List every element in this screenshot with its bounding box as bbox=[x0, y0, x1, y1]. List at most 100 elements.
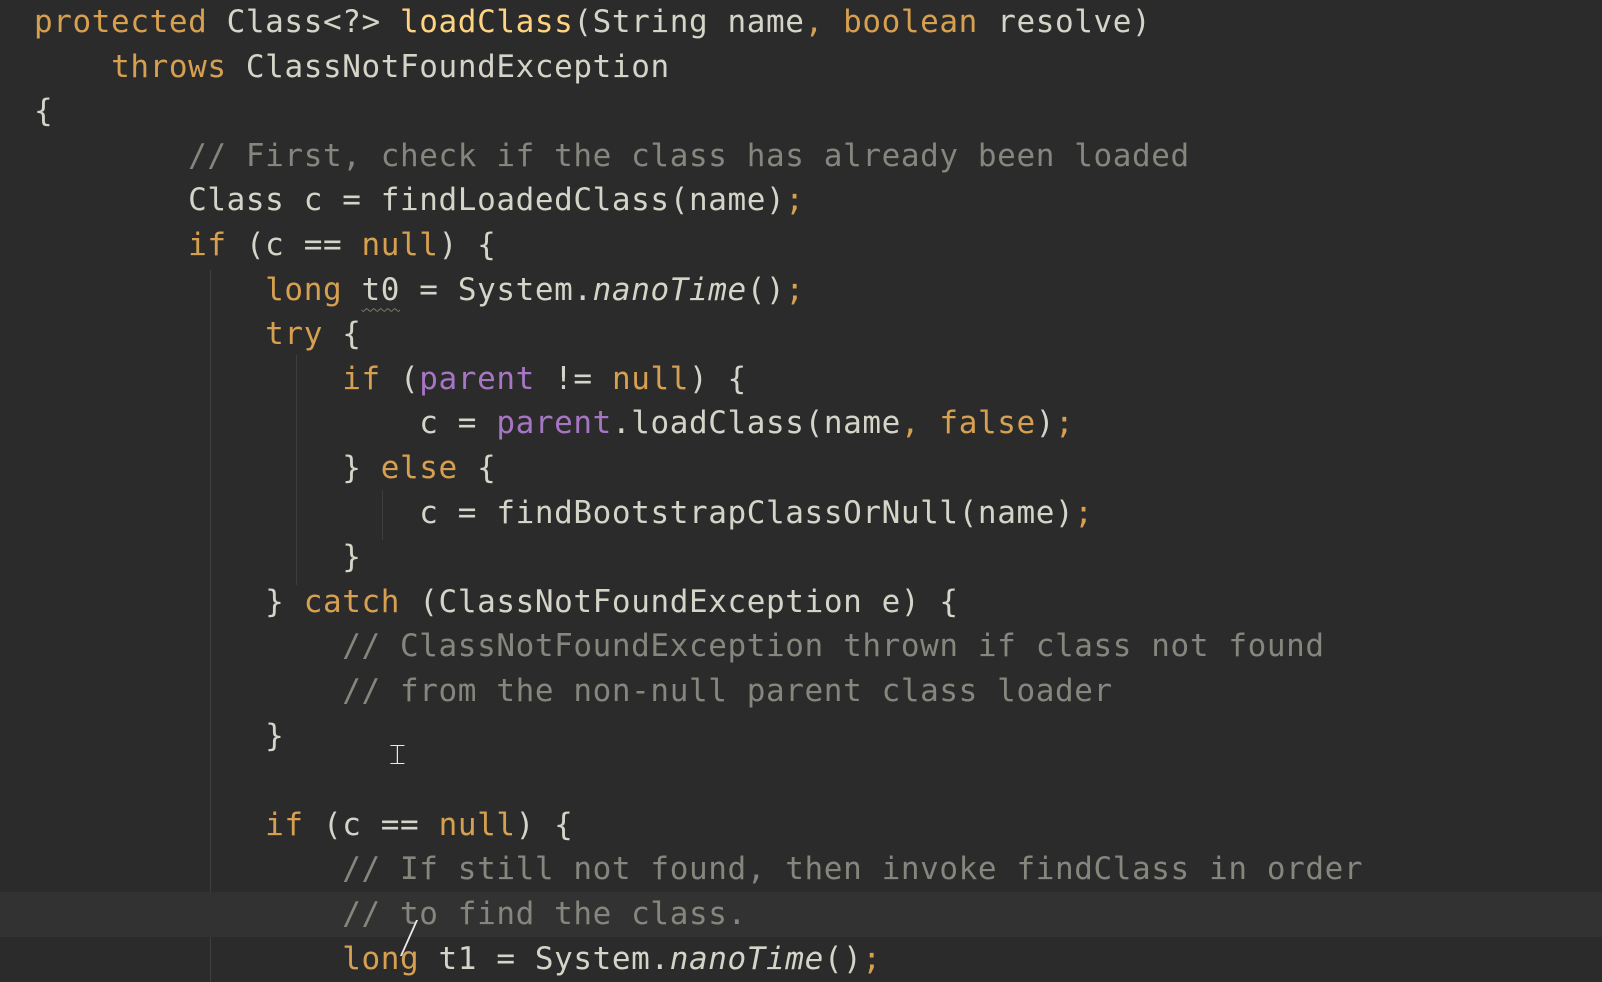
code-token: // to find the class. bbox=[342, 896, 747, 932]
code-token: parent bbox=[496, 405, 612, 442]
code-editor[interactable]: protected Class<?> loadClass(String name… bbox=[0, 0, 1602, 982]
code-line[interactable] bbox=[0, 758, 1602, 803]
code-line[interactable]: // from the non-null parent class loader bbox=[0, 669, 1602, 714]
code-token: else bbox=[380, 450, 458, 486]
code-token: { bbox=[34, 93, 54, 130]
code-token: null bbox=[611, 360, 689, 397]
code-token: () bbox=[746, 271, 786, 308]
code-token: } bbox=[342, 539, 362, 576]
code-token: ; bbox=[785, 182, 805, 219]
code-token: throws bbox=[111, 48, 227, 85]
code-token: ) bbox=[1035, 405, 1056, 442]
code-token: ) { bbox=[438, 227, 497, 263]
code-token: long bbox=[265, 271, 343, 308]
code-line[interactable]: // to find the class. bbox=[0, 892, 1602, 937]
code-token: if bbox=[342, 360, 381, 397]
code-line[interactable]: if (parent != null) { bbox=[0, 357, 1602, 402]
code-token: , false bbox=[900, 405, 1036, 442]
code-line[interactable]: // If still not found, then invoke findC… bbox=[0, 847, 1602, 892]
code-token: Class<?> bbox=[207, 4, 401, 40]
code-token: { bbox=[322, 316, 362, 353]
code-token: // First, check if the class has already… bbox=[188, 137, 1190, 174]
code-line[interactable]: c = parent.loadClass(name, false); bbox=[0, 401, 1602, 446]
code-line[interactable]: // ClassNotFoundException thrown if clas… bbox=[0, 624, 1602, 669]
code-token: catch bbox=[303, 583, 401, 620]
code-line[interactable]: } bbox=[0, 714, 1602, 759]
code-token: (ClassNotFoundException e) { bbox=[400, 583, 959, 620]
code-token: loadClass bbox=[400, 4, 574, 40]
code-token: ClassNotFoundException bbox=[226, 48, 670, 85]
code-token: // ClassNotFoundException thrown if clas… bbox=[342, 628, 1325, 665]
code-token: nanoTime bbox=[669, 940, 824, 977]
code-token: long bbox=[342, 940, 420, 977]
code-token: } bbox=[265, 583, 304, 620]
code-line[interactable]: long t1 = System.nanoTime(); bbox=[0, 937, 1602, 982]
text-cursor-icon: ⌶ bbox=[389, 738, 406, 771]
code-token: } bbox=[342, 450, 381, 486]
code-token: ; bbox=[1074, 494, 1094, 531]
code-token: c = findBootstrapClassOrNull(name) bbox=[419, 494, 1075, 531]
code-token: null bbox=[438, 806, 516, 843]
code-line[interactable]: if (c == null) { bbox=[0, 223, 1602, 268]
code-line[interactable]: // First, check if the class has already… bbox=[0, 134, 1602, 179]
code-token: c = bbox=[419, 405, 497, 442]
code-token: resolve) bbox=[977, 4, 1152, 40]
code-line[interactable]: Class c = findLoadedClass(name); bbox=[0, 178, 1602, 223]
code-line[interactable]: } bbox=[0, 535, 1602, 580]
code-token: Class c = findLoadedClass(name) bbox=[188, 182, 786, 219]
code-token: ; bbox=[785, 271, 805, 308]
code-line[interactable]: protected Class<?> loadClass(String name… bbox=[0, 0, 1602, 45]
code-token: ; bbox=[1055, 405, 1075, 442]
code-token: } bbox=[265, 717, 285, 754]
code-line[interactable]: try { bbox=[0, 312, 1602, 357]
code-token: (c == bbox=[303, 806, 439, 843]
code-token: ( bbox=[380, 360, 420, 397]
code-token: try bbox=[265, 316, 323, 353]
code-token: t0 bbox=[361, 271, 401, 308]
code-token: (String name bbox=[573, 4, 805, 40]
code-line[interactable]: } else { bbox=[0, 446, 1602, 491]
code-token: // from the non-null parent class loader bbox=[342, 673, 1113, 709]
code-token: () bbox=[823, 940, 863, 977]
code-token: .loadClass(name bbox=[611, 405, 901, 442]
code-line[interactable]: c = findBootstrapClassOrNull(name); bbox=[0, 491, 1602, 536]
code-line[interactable]: } catch (ClassNotFoundException e) { bbox=[0, 580, 1602, 625]
code-line[interactable]: throws ClassNotFoundException bbox=[0, 45, 1602, 90]
code-token: // If still not found, then invoke findC… bbox=[342, 851, 1364, 888]
code-token: (c == bbox=[226, 227, 362, 263]
code-token: = System. bbox=[400, 271, 593, 308]
code-token: t1 = System. bbox=[419, 940, 670, 977]
code-token: if bbox=[265, 806, 304, 843]
code-line[interactable]: if (c == null) { bbox=[0, 803, 1602, 848]
code-line[interactable]: { bbox=[0, 89, 1602, 134]
code-token: ) { bbox=[689, 360, 747, 397]
code-token: , boolean bbox=[804, 4, 978, 40]
code-token: null bbox=[361, 227, 439, 263]
code-token: protected bbox=[34, 4, 208, 40]
code-token: if bbox=[188, 227, 227, 263]
code-line[interactable]: long t0 = System.nanoTime(); bbox=[0, 268, 1602, 313]
code-token: parent bbox=[419, 360, 535, 397]
code-token: nanoTime bbox=[592, 271, 747, 308]
code-token: != bbox=[534, 360, 612, 397]
